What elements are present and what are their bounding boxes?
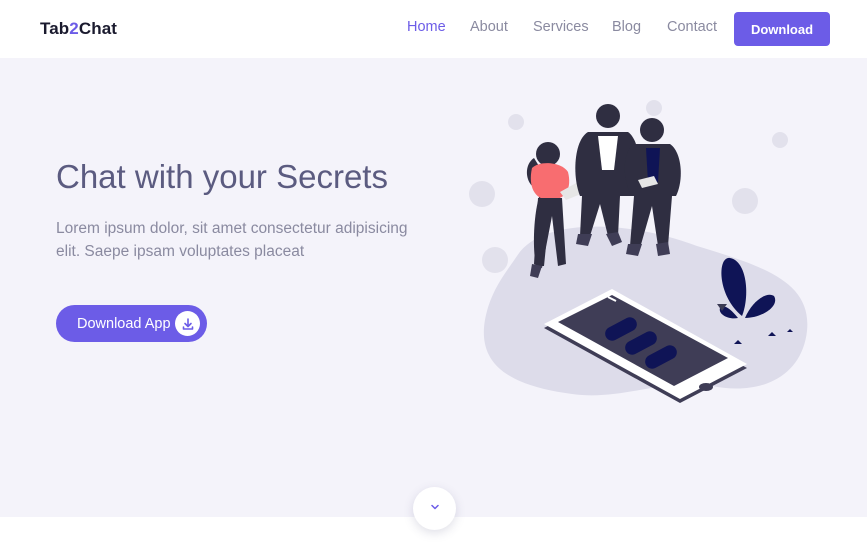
download-app-button[interactable]: Download App	[56, 305, 207, 342]
nav-link-services[interactable]: Services	[533, 19, 589, 35]
hero-description: Lorem ipsum dolor, sit amet consectetur …	[56, 220, 408, 260]
nav-link-home[interactable]: Home	[407, 19, 446, 35]
hero-section: Chat with your Secrets Lorem ipsum dolor…	[0, 58, 867, 517]
hero-title: Chat with your Secrets	[56, 158, 388, 195]
people-with-phone-illustration	[469, 100, 808, 403]
download-button[interactable]: Download	[734, 12, 830, 46]
navbar: Tab2Chat Home About Services Blog Contac…	[0, 0, 867, 58]
logo-prefix: Tab	[40, 19, 70, 38]
logo-suffix: Chat	[78, 19, 118, 38]
nav-link-blog[interactable]: Blog	[612, 19, 641, 35]
nav-link-about[interactable]: About	[470, 19, 508, 35]
scroll-down-button[interactable]	[413, 487, 456, 530]
nav-link-contact[interactable]: Contact	[667, 19, 717, 35]
chevron-down-icon	[429, 500, 441, 518]
logo-accent: 2	[69, 19, 79, 38]
download-icon	[175, 311, 200, 336]
logo[interactable]: Tab2Chat	[40, 19, 117, 39]
download-app-label: Download App	[77, 315, 171, 332]
